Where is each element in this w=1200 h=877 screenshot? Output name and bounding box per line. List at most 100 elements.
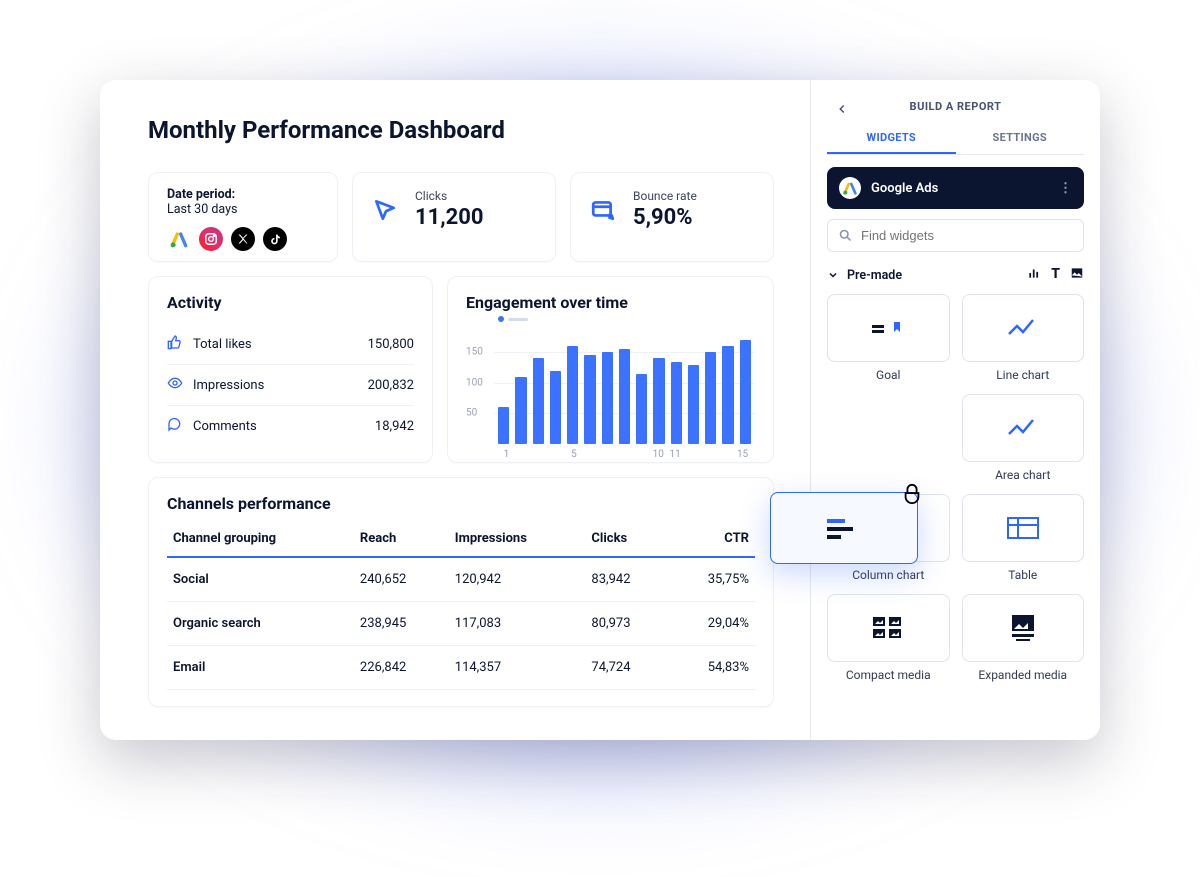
search-icon bbox=[838, 228, 853, 243]
chart-bar[interactable] bbox=[498, 407, 509, 444]
widget-group-header[interactable]: Pre-made T bbox=[827, 266, 1084, 284]
widget-goal[interactable] bbox=[827, 294, 950, 362]
kpi-bounce-card[interactable]: Bounce rate 5,90% bbox=[570, 172, 774, 262]
tool-image-icon[interactable] bbox=[1070, 266, 1084, 284]
chart-range-indicator bbox=[508, 318, 528, 321]
widget-expanded-media[interactable] bbox=[962, 594, 1085, 662]
cell-impressions: 117,083 bbox=[449, 602, 586, 646]
activity-label: Impressions bbox=[193, 378, 264, 393]
widget-search-input[interactable] bbox=[861, 228, 1073, 243]
chevron-down-icon bbox=[827, 269, 839, 281]
table-row[interactable]: Email 226,842 114,357 74,724 54,83% bbox=[167, 646, 755, 690]
chart-bar[interactable] bbox=[567, 346, 578, 444]
tab-widgets[interactable]: WIDGETS bbox=[827, 123, 956, 154]
chart-bar[interactable] bbox=[722, 346, 733, 444]
channel-name: Email bbox=[167, 646, 354, 690]
engagement-bar-chart[interactable]: 5010015015101115 bbox=[466, 324, 755, 444]
table-row[interactable]: Organic search 238,945 117,083 80,973 29… bbox=[167, 602, 755, 646]
data-source-name: Google Ads bbox=[871, 181, 938, 196]
chart-bar[interactable] bbox=[602, 352, 613, 444]
widget-label: Expanded media bbox=[962, 662, 1085, 682]
table-header[interactable]: Channel grouping bbox=[167, 521, 354, 557]
widget-line-chart[interactable] bbox=[962, 294, 1085, 362]
channels-title: Channels performance bbox=[167, 494, 755, 513]
activity-row[interactable]: Comments 18,942 bbox=[167, 405, 414, 446]
tool-chart-icon[interactable] bbox=[1027, 266, 1041, 284]
channel-name: Organic search bbox=[167, 602, 354, 646]
kpi-clicks-card[interactable]: Clicks 11,200 bbox=[352, 172, 556, 262]
kpi-bounce-label: Bounce rate bbox=[633, 189, 697, 203]
build-report-panel: BUILD A REPORT WIDGETS SETTINGS Google A… bbox=[810, 80, 1100, 740]
channels-table: Channel groupingReachImpressionsClicksCT… bbox=[167, 521, 755, 690]
widget-grid: Goal Line chart Area chart Column chart … bbox=[827, 294, 1084, 682]
engagement-title: Engagement over time bbox=[466, 293, 755, 312]
x-twitter-icon[interactable] bbox=[231, 227, 255, 251]
activity-label: Comments bbox=[193, 419, 257, 434]
google-ads-icon[interactable] bbox=[167, 227, 191, 251]
engagement-chart-card: Engagement over time 5010015015101115 bbox=[447, 276, 774, 463]
dragging-widget-preview[interactable] bbox=[770, 492, 918, 564]
cell-impressions: 120,942 bbox=[449, 557, 586, 602]
cell-ctr: 29,04% bbox=[668, 602, 755, 646]
more-menu-icon[interactable]: ⋮ bbox=[1059, 181, 1072, 196]
cell-clicks: 80,973 bbox=[585, 602, 668, 646]
widget-label: Area chart bbox=[962, 462, 1085, 482]
table-header[interactable]: Impressions bbox=[449, 521, 586, 557]
chart-bar[interactable] bbox=[740, 340, 751, 444]
cell-reach: 226,842 bbox=[354, 646, 449, 690]
widget-label: Line chart bbox=[962, 362, 1085, 382]
panel-title: BUILD A REPORT bbox=[910, 100, 1002, 113]
channels-card: Channels performance Channel groupingRea… bbox=[148, 477, 774, 707]
cell-clicks: 83,942 bbox=[585, 557, 668, 602]
chart-bar[interactable] bbox=[584, 355, 595, 444]
chart-bar[interactable] bbox=[515, 377, 526, 444]
back-button[interactable] bbox=[831, 98, 853, 120]
chart-bar[interactable] bbox=[653, 358, 664, 444]
table-header[interactable]: Reach bbox=[354, 521, 449, 557]
chart-bar[interactable] bbox=[671, 362, 682, 445]
widget-label: Goal bbox=[827, 362, 950, 382]
instagram-icon[interactable] bbox=[199, 227, 223, 251]
activity-icon bbox=[167, 334, 183, 354]
tiktok-icon[interactable] bbox=[263, 227, 287, 251]
kpi-clicks-value: 11,200 bbox=[415, 205, 484, 230]
activity-label: Total likes bbox=[193, 337, 252, 352]
chart-bar[interactable] bbox=[636, 374, 647, 444]
widget-label: Column chart bbox=[827, 562, 950, 582]
dashboard-main: Monthly Performance Dashboard Date perio… bbox=[100, 80, 810, 740]
cell-reach: 240,652 bbox=[354, 557, 449, 602]
table-header[interactable]: Clicks bbox=[585, 521, 668, 557]
cell-ctr: 54,83% bbox=[668, 646, 755, 690]
chart-bar[interactable] bbox=[619, 349, 630, 444]
widget-area-chart[interactable] bbox=[962, 394, 1085, 462]
chart-bar[interactable] bbox=[550, 371, 561, 444]
tab-settings[interactable]: SETTINGS bbox=[956, 123, 1085, 154]
cursor-icon bbox=[371, 196, 399, 224]
activity-row[interactable]: Total likes 150,800 bbox=[167, 324, 414, 364]
cell-clicks: 74,724 bbox=[585, 646, 668, 690]
page-title: Monthly Performance Dashboard bbox=[148, 116, 774, 144]
activity-title: Activity bbox=[167, 293, 414, 312]
activity-value: 200,832 bbox=[368, 378, 414, 393]
data-source-chip[interactable]: Google Ads ⋮ bbox=[827, 167, 1084, 209]
chart-bar[interactable] bbox=[533, 358, 544, 444]
date-period-label: Date period: bbox=[167, 187, 319, 202]
widget-search[interactable] bbox=[827, 219, 1084, 252]
activity-value: 18,942 bbox=[375, 419, 414, 434]
chart-marker bbox=[498, 316, 504, 322]
widget-group-name: Pre-made bbox=[847, 268, 902, 283]
widget-table[interactable] bbox=[962, 494, 1085, 562]
activity-row[interactable]: Impressions 200,832 bbox=[167, 364, 414, 405]
table-header[interactable]: CTR bbox=[668, 521, 755, 557]
date-period-card[interactable]: Date period: Last 30 days bbox=[148, 172, 338, 262]
table-row[interactable]: Social 240,652 120,942 83,942 35,75% bbox=[167, 557, 755, 602]
tool-text-icon[interactable]: T bbox=[1051, 266, 1060, 284]
cell-reach: 238,945 bbox=[354, 602, 449, 646]
cell-impressions: 114,357 bbox=[449, 646, 586, 690]
chart-bar[interactable] bbox=[688, 365, 699, 444]
channel-name: Social bbox=[167, 557, 354, 602]
widget-compact-media[interactable] bbox=[827, 594, 950, 662]
chart-bar[interactable] bbox=[705, 352, 716, 444]
source-brand-icons bbox=[167, 227, 319, 251]
activity-icon bbox=[167, 416, 183, 436]
